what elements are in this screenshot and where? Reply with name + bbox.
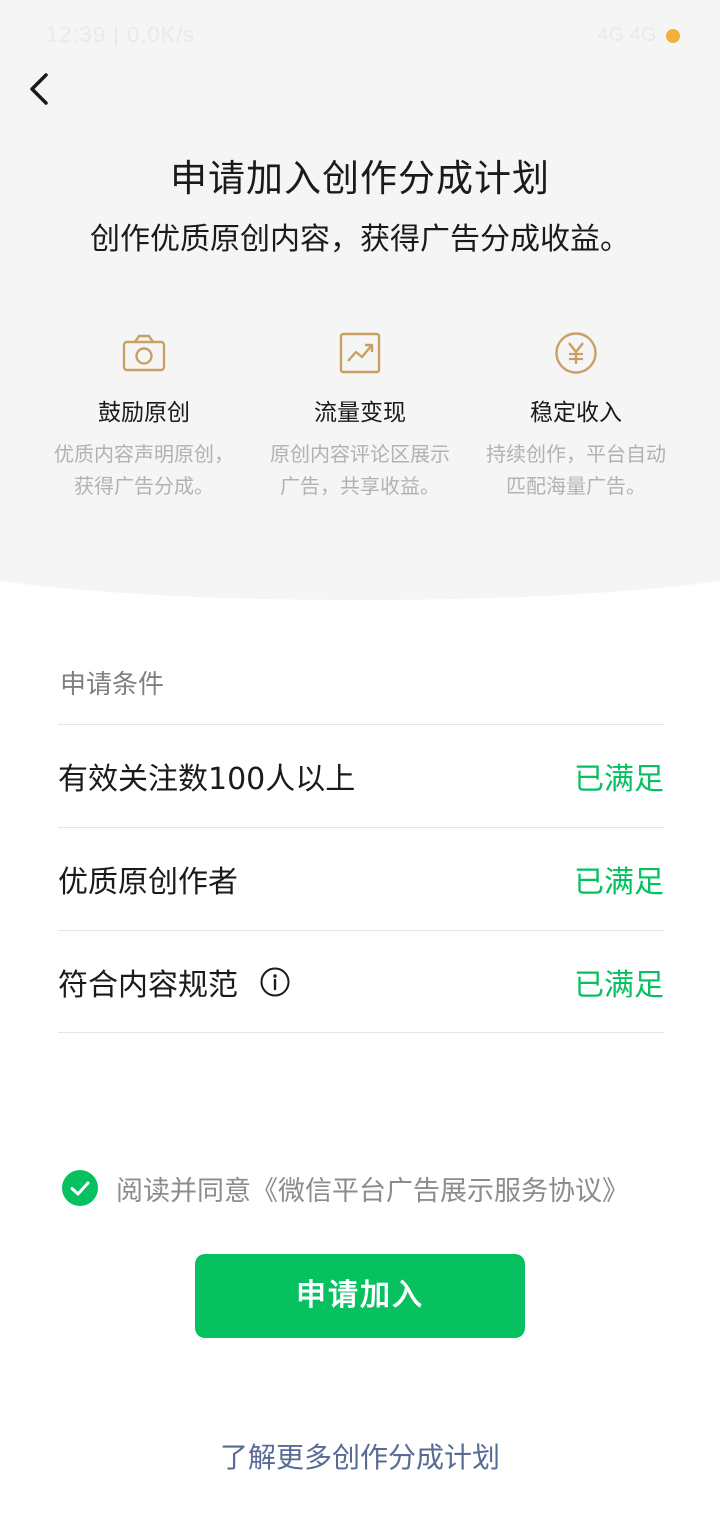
feature-desc: 优质内容声明原创， 获得广告分成。 [54,442,234,498]
condition-row: 优质原创作者 已满足 [58,827,664,930]
condition-text: 符合内容规范 [58,967,238,1003]
page-subtitle: 创作优质原创内容，获得广告分成收益。 [90,222,630,257]
feature-title: 鼓励原创 [98,400,190,426]
status-icons: 4G 4G [598,24,680,47]
signal-text: 4G 4G [597,24,657,46]
condition-label: 符合内容规范 [58,960,290,1004]
agreement-link[interactable]: 《微信平台广告展示服务协议》 [251,1176,629,1207]
feature-item: 鼓励原创 优质内容声明原创， 获得广告分成。 [36,330,252,510]
agreement-text: 阅读并同意《微信平台广告展示服务协议》 [116,1169,629,1208]
checkbox-checked-icon[interactable] [62,1170,98,1206]
yuan-coin-icon [555,332,597,374]
info-icon[interactable] [260,967,290,997]
condition-text: 优质原创作者 [58,865,238,900]
feature-item: 流量变现 原创内容评论区展示 广告，共享收益。 [252,330,468,510]
screen: 12:39 | 0.0K/s 4G 4G 申请加入创作分成计划 创作优质原创内容… [0,0,720,1520]
condition-text: 有效关注数100人以上 [58,762,356,797]
condition-label: 优质原创作者 [58,857,238,901]
chevron-left-icon [30,73,48,105]
feature-desc: 持续创作，平台自动 匹配海量广告。 [486,442,666,498]
camera-icon [122,334,166,372]
learn-more-link[interactable]: 了解更多创作分成计划 [0,1436,720,1476]
condition-status: 已满足 [574,967,664,1003]
apply-button[interactable]: 申请加入 [195,1254,525,1338]
condition-label: 有效关注数100人以上 [58,754,355,798]
battery-icon [666,28,680,43]
feature-list: 鼓励原创 优质内容声明原创， 获得广告分成。 流量变现 原创内容评论区展示 广告… [36,330,684,510]
trend-chart-icon [339,332,381,374]
page-title: 申请加入创作分成计划 [170,157,550,200]
feature-title: 流量变现 [314,400,406,426]
feature-desc: 原创内容评论区展示 广告，共享收益。 [270,442,450,498]
condition-status: 已满足 [574,762,664,797]
condition-row: 有效关注数100人以上 已满足 [58,724,664,827]
back-button[interactable] [22,66,62,112]
feature-item: 稳定收入 持续创作，平台自动 匹配海量广告。 [468,330,684,510]
conditions-list: 有效关注数100人以上 已满足 优质原创作者 已满足 符合内容规范 已满足 [58,724,664,1033]
condition-row: 符合内容规范 已满足 [58,930,664,1033]
status-time: 12:39 | 0.0K/s [46,22,196,47]
status-bar: 12:39 | 0.0K/s 4G 4G [0,0,720,68]
agreement-row: 阅读并同意《微信平台广告展示服务协议》 [62,1168,629,1208]
condition-status: 已满足 [574,865,664,900]
feature-title: 稳定收入 [530,400,622,426]
hero-background [0,0,720,600]
agreement-prefix: 阅读并同意 [116,1175,251,1207]
conditions-title: 申请条件 [60,670,165,700]
